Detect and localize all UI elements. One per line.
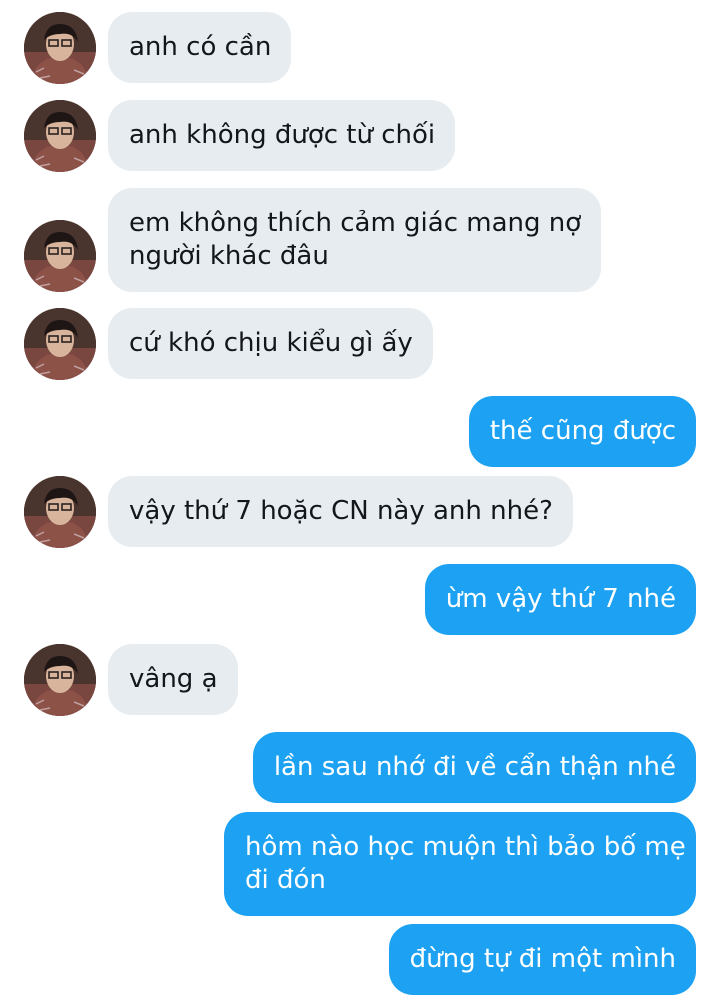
message-bubble-incoming[interactable]: anh có cần: [108, 12, 292, 83]
message-row-incoming: anh không được từ chối: [0, 100, 720, 172]
avatar[interactable]: [24, 100, 96, 172]
avatar-photo-icon: [24, 220, 96, 292]
avatar[interactable]: [24, 476, 96, 548]
message-bubble-incoming[interactable]: vậy thứ 7 hoặc CN này anh nhé?: [108, 476, 573, 547]
message-row-outgoing: thế cũng được: [0, 396, 720, 468]
message-row-incoming: em không thích cảm giác mang nợ người kh…: [0, 188, 720, 292]
message-text: vậy thứ 7 hoặc CN này anh nhé?: [129, 496, 553, 526]
message-row-incoming: cứ khó chịu kiểu gì ấy: [0, 308, 720, 380]
message-text: đừng tự đi một mình: [409, 944, 676, 974]
message-thread: anh có cần anh không được từ chối em khô…: [0, 0, 720, 1001]
message-text: đi đón: [245, 865, 326, 895]
message-bubble-incoming[interactable]: cứ khó chịu kiểu gì ấy: [108, 308, 433, 379]
avatar[interactable]: [24, 12, 96, 84]
message-text: anh có cần: [129, 32, 272, 62]
message-bubble-outgoing[interactable]: thế cũng được: [468, 396, 696, 467]
avatar-photo-icon: [24, 644, 96, 716]
message-text: vâng ạ: [129, 664, 218, 694]
message-row-incoming: vậy thứ 7 hoặc CN này anh nhé?: [0, 476, 720, 548]
message-row-incoming: anh có cần: [0, 12, 720, 84]
message-text: anh không được từ chối: [129, 120, 436, 150]
message-bubble-outgoing[interactable]: lần sau nhớ đi về cẩn thận nhé: [252, 732, 696, 803]
message-bubble-incoming[interactable]: vâng ạ: [108, 644, 238, 715]
message-row-incoming: vâng ạ: [0, 644, 720, 716]
message-row-outgoing: lần sau nhớ đi về cẩn thận nhé: [0, 732, 720, 804]
avatar-photo-icon: [24, 100, 96, 172]
message-row-outgoing: ừm vậy thứ 7 nhé: [0, 564, 720, 636]
avatar-photo-icon: [24, 476, 96, 548]
message-bubble-outgoing[interactable]: ừm vậy thứ 7 nhé: [424, 564, 696, 635]
message-bubble-incoming[interactable]: em không thích cảm giác mang nợ người kh…: [108, 188, 602, 292]
message-bubble-outgoing[interactable]: hôm nào học muộn thì bảo bố mẹ đi đón: [224, 812, 696, 916]
message-text: thế cũng được: [489, 416, 676, 446]
message-row-outgoing: đừng tự đi một mình: [0, 924, 720, 996]
avatar[interactable]: [24, 644, 96, 716]
message-row-outgoing: hôm nào học muộn thì bảo bố mẹ đi đón: [0, 812, 720, 916]
avatar[interactable]: [24, 308, 96, 380]
message-text: cứ khó chịu kiểu gì ấy: [129, 328, 413, 358]
avatar[interactable]: [24, 220, 96, 292]
message-text: người khác đâu: [129, 241, 329, 271]
message-text: lần sau nhớ đi về cẩn thận nhé: [273, 752, 676, 782]
message-bubble-outgoing[interactable]: đừng tự đi một mình: [388, 924, 696, 995]
avatar-photo-icon: [24, 308, 96, 380]
message-bubble-incoming[interactable]: anh không được từ chối: [108, 100, 456, 171]
message-text: hôm nào học muộn thì bảo bố mẹ: [245, 832, 686, 862]
avatar-photo-icon: [24, 12, 96, 84]
message-text: ừm vậy thứ 7 nhé: [445, 584, 676, 614]
message-text: em không thích cảm giác mang nợ: [129, 208, 582, 238]
